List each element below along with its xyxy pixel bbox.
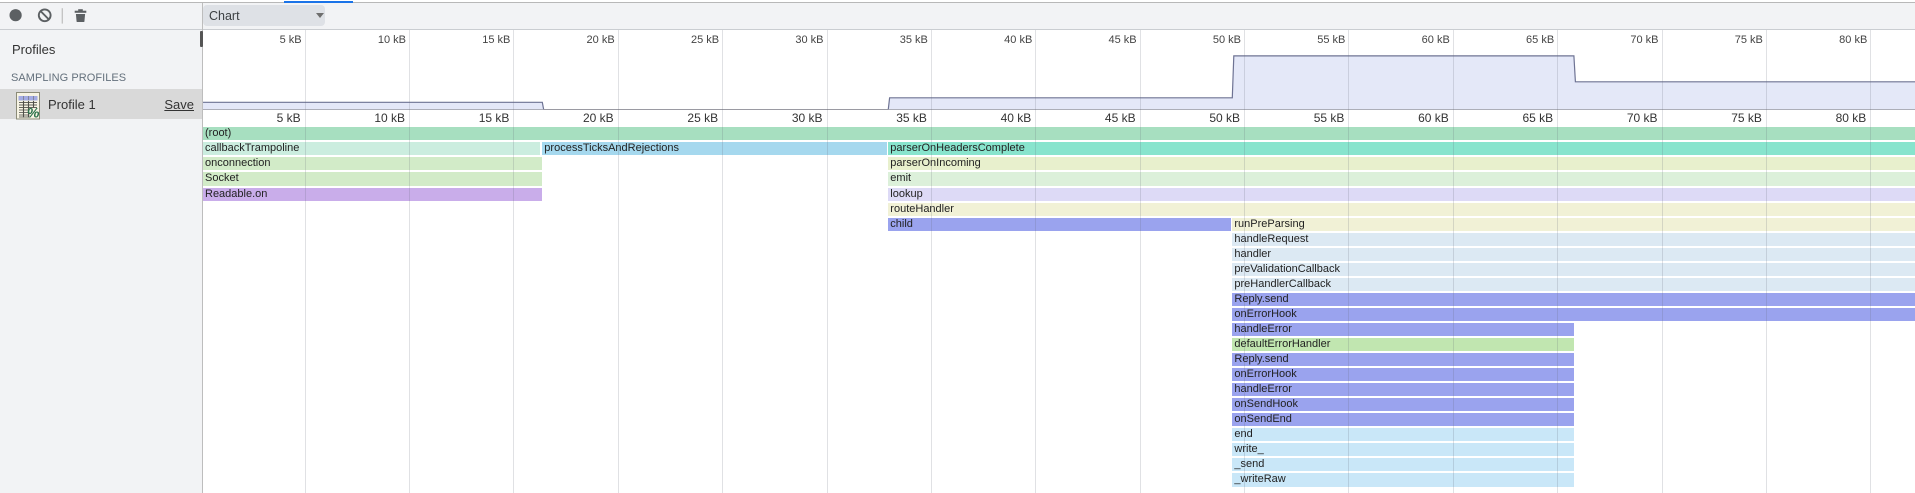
svg-text:%: %	[27, 105, 40, 121]
